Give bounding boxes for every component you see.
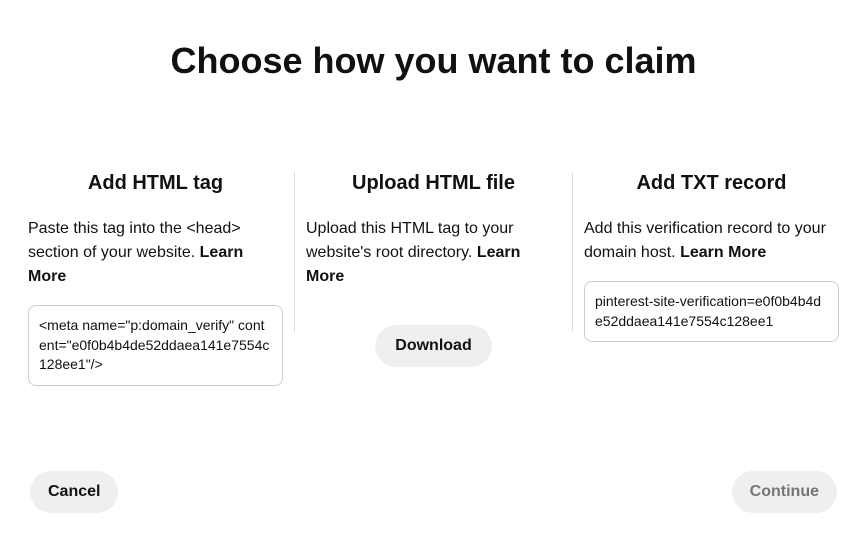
page-title: Choose how you want to claim	[15, 40, 852, 82]
option-txt-record: Add TXT record Add this verification rec…	[574, 172, 849, 386]
download-button-wrap: Download	[306, 325, 561, 367]
option-html-tag-title: Add HTML tag	[28, 172, 283, 195]
option-html-tag-desc-wrap: Paste this tag into the <head> section o…	[28, 217, 283, 289]
option-txt-record-title: Add TXT record	[584, 172, 839, 195]
html-tag-code-box[interactable]: <meta name="p:domain_verify" content="e0…	[28, 305, 283, 386]
claim-options: Add HTML tag Paste this tag into the <he…	[15, 172, 852, 386]
option-html-tag: Add HTML tag Paste this tag into the <he…	[18, 172, 293, 386]
option-txt-record-learn-more[interactable]: Learn More	[680, 244, 766, 261]
txt-record-code-box[interactable]: pinterest-site-verification=e0f0b4b4de52…	[584, 281, 839, 342]
divider	[572, 172, 573, 332]
cancel-button[interactable]: Cancel	[30, 471, 118, 513]
download-button[interactable]: Download	[375, 325, 491, 367]
option-html-file-desc-wrap: Upload this HTML tag to your website's r…	[306, 217, 561, 289]
option-html-file-title: Upload HTML file	[306, 172, 561, 195]
divider	[294, 172, 295, 332]
continue-button[interactable]: Continue	[732, 471, 837, 513]
footer: Cancel Continue	[30, 471, 837, 513]
option-html-file: Upload HTML file Upload this HTML tag to…	[296, 172, 571, 386]
option-txt-record-desc-wrap: Add this verification record to your dom…	[584, 217, 839, 265]
